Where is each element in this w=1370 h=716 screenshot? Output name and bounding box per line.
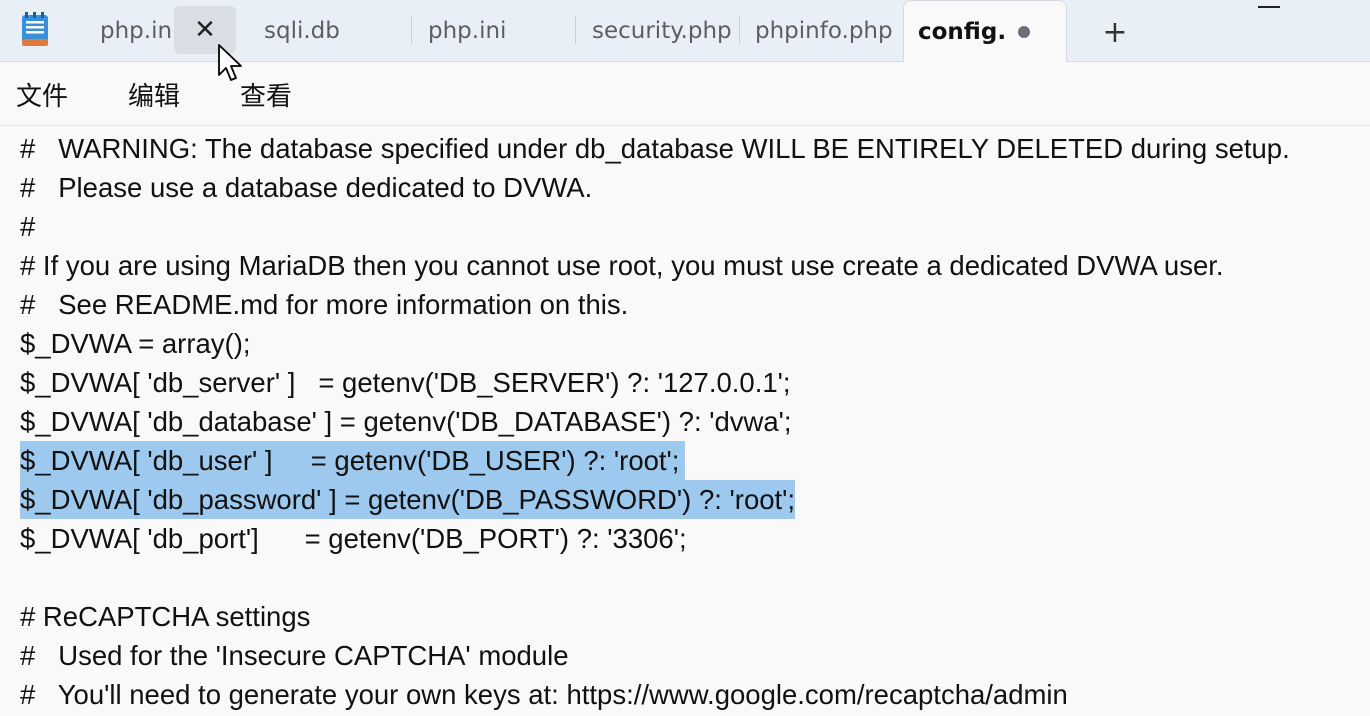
- new-tab-button[interactable]: +: [1094, 14, 1136, 50]
- tab-php-ini[interactable]: php.ini: [414, 0, 576, 62]
- editor-line: # ReCAPTCHA settings: [20, 601, 311, 632]
- editor-line: # You'll need to generate your own keys …: [20, 679, 1068, 710]
- tab-sqli-db[interactable]: sqli.db: [250, 0, 412, 62]
- editor-line: # Please use a database dedicated to DVW…: [20, 172, 593, 203]
- editor-line-selected: $_DVWA[ 'db_password' ] = getenv('DB_PAS…: [20, 480, 796, 519]
- tab-security-php[interactable]: security.php: [578, 0, 740, 62]
- editor-line: #: [20, 211, 36, 242]
- tab-label: phpinfo.php: [755, 18, 893, 44]
- tab-config[interactable]: config.: [903, 0, 1067, 63]
- notepad-icon[interactable]: [20, 12, 50, 48]
- menu-bar: 文件 编辑 查看: [0, 62, 1370, 126]
- editor-line: $_DVWA[ 'db_database' ] = getenv('DB_DAT…: [20, 406, 792, 437]
- editor-line: # See README.md for more information on …: [20, 289, 629, 320]
- editor-line-selected: $_DVWA[ 'db_user' ] = getenv('DB_USER') …: [20, 441, 686, 480]
- tab-label: config.: [918, 19, 1007, 45]
- menu-edit[interactable]: 编辑: [128, 76, 180, 113]
- mouse-pointer-icon: [218, 44, 242, 81]
- minimize-icon[interactable]: [1258, 6, 1280, 8]
- menu-view[interactable]: 查看: [240, 76, 292, 113]
- unsaved-dot-icon[interactable]: [1018, 26, 1030, 38]
- editor-line: $_DVWA[ 'db_server' ] = getenv('DB_SERVE…: [20, 367, 791, 398]
- editor-line: $_DVWA[ 'db_port'] = getenv('DB_PORT') ?…: [20, 523, 687, 554]
- tab-bar: php.in ✕ sqli.db php.ini security.php ph…: [0, 0, 1370, 63]
- tab-label: security.php: [592, 18, 732, 44]
- text-editor[interactable]: # WARNING: The database specified under …: [0, 128, 1370, 716]
- editor-line: $_DVWA = array();: [20, 328, 251, 359]
- editor-line: # If you are using MariaDB then you cann…: [20, 250, 1224, 281]
- tab-phpinfo-php[interactable]: phpinfo.php: [741, 0, 901, 62]
- close-icon: ✕: [194, 15, 216, 45]
- editor-line: # WARNING: The database specified under …: [20, 133, 1290, 164]
- tab-label: sqli.db: [264, 18, 340, 44]
- tab-label: php.in: [100, 18, 173, 44]
- tab-label: php.ini: [428, 18, 507, 44]
- menu-file[interactable]: 文件: [16, 76, 68, 113]
- plus-icon: +: [1102, 14, 1128, 50]
- editor-line: # Used for the 'Insecure CAPTCHA' module: [20, 640, 569, 671]
